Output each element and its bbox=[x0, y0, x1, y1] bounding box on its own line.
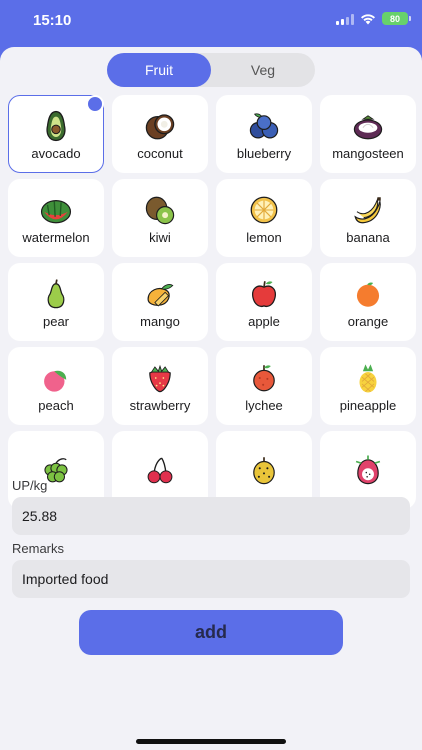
fruit-tile-blueberry[interactable]: blueberry bbox=[216, 95, 312, 173]
fruit-label: avocado bbox=[31, 146, 81, 161]
fruit-label: watermelon bbox=[22, 230, 90, 245]
fruit-label: kiwi bbox=[149, 230, 171, 245]
lemon-icon bbox=[250, 196, 278, 224]
battery-level: 80 bbox=[389, 13, 400, 24]
add-button[interactable]: add bbox=[79, 610, 343, 655]
fruit-tile-peach[interactable]: peach bbox=[8, 347, 104, 425]
fruit-tile-banana[interactable]: banana bbox=[320, 179, 416, 257]
banana-icon bbox=[354, 197, 381, 224]
cherry-icon bbox=[147, 456, 173, 483]
mangosteen-icon bbox=[353, 115, 383, 140]
status-time: 15:10 bbox=[33, 12, 72, 29]
tab-fruit[interactable]: Fruit bbox=[107, 53, 211, 87]
wifi-icon bbox=[361, 13, 375, 24]
fruit-grid-scroll[interactable]: avocado coconut blueberry mangosteen wat… bbox=[0, 95, 422, 515]
cellular-signal-icon bbox=[336, 13, 354, 25]
durian-icon bbox=[253, 456, 275, 484]
orange-icon bbox=[356, 282, 380, 307]
fruit-label: peach bbox=[38, 398, 74, 413]
fruit-tile-pear[interactable]: pear bbox=[8, 263, 104, 341]
remarks-input[interactable] bbox=[12, 560, 410, 598]
fruit-tile-apple[interactable]: apple bbox=[216, 263, 312, 341]
home-indicator bbox=[136, 739, 286, 744]
status-bar: 15:10 80 bbox=[0, 0, 422, 44]
pineapple-icon bbox=[359, 364, 377, 393]
category-segmented-control: Fruit Veg bbox=[107, 53, 315, 87]
apple-icon bbox=[252, 281, 276, 308]
price-label: UP/kg bbox=[12, 478, 48, 493]
dragon-fruit-icon bbox=[355, 455, 381, 484]
fruit-label: blueberry bbox=[236, 146, 292, 161]
pear-icon bbox=[47, 279, 65, 309]
mango-icon bbox=[147, 284, 174, 307]
fruit-tile-strawberry[interactable]: strawberry bbox=[112, 347, 208, 425]
fruit-tile-orange[interactable]: orange bbox=[320, 263, 416, 341]
blueberry-icon bbox=[249, 113, 279, 139]
kiwi-icon bbox=[145, 196, 175, 225]
tab-veg[interactable]: Veg bbox=[211, 53, 315, 87]
fruit-tile-watermelon[interactable]: watermelon bbox=[8, 179, 104, 257]
watermelon-icon bbox=[40, 200, 72, 224]
avocado-icon bbox=[46, 110, 66, 142]
fruit-label: strawberry bbox=[129, 398, 191, 413]
fruit-tile-pineapple[interactable]: pineapple bbox=[320, 347, 416, 425]
fruit-label: coconut bbox=[137, 146, 183, 161]
fruit-tile-lychee[interactable]: lychee bbox=[216, 347, 312, 425]
fruit-label: mango bbox=[140, 314, 180, 329]
status-indicators: 80 bbox=[336, 12, 411, 25]
selected-check-indicator bbox=[86, 95, 104, 113]
peach-icon bbox=[44, 370, 67, 392]
coconut-icon bbox=[145, 114, 175, 140]
fruit-tile-coconut[interactable]: coconut bbox=[112, 95, 208, 173]
fruit-tile-kiwi[interactable]: kiwi bbox=[112, 179, 208, 257]
strawberry-icon bbox=[149, 364, 171, 393]
lychee-icon bbox=[253, 365, 275, 392]
battery-indicator: 80 bbox=[382, 12, 411, 25]
main-sheet: Fruit Veg avocado coconut blueberry mang… bbox=[0, 47, 422, 750]
fruit-label: banana bbox=[346, 230, 390, 245]
fruit-label: orange bbox=[347, 314, 389, 329]
fruit-tile-avocado[interactable]: avocado bbox=[8, 95, 104, 173]
fruit-tile-mango[interactable]: mango bbox=[112, 263, 208, 341]
price-input[interactable] bbox=[12, 497, 410, 535]
remarks-label: Remarks bbox=[12, 541, 65, 556]
fruit-label: apple bbox=[248, 314, 280, 329]
fruit-grid: avocado coconut blueberry mangosteen wat… bbox=[8, 95, 416, 509]
fruit-label: pineapple bbox=[339, 398, 397, 413]
fruit-tile-mangosteen[interactable]: mangosteen bbox=[320, 95, 416, 173]
fruit-label: pear bbox=[42, 314, 70, 329]
fruit-tile-lemon[interactable]: lemon bbox=[216, 179, 312, 257]
fruit-label: mangosteen bbox=[332, 146, 404, 161]
fruit-label: lemon bbox=[246, 230, 282, 245]
fruit-label: lychee bbox=[245, 398, 283, 413]
